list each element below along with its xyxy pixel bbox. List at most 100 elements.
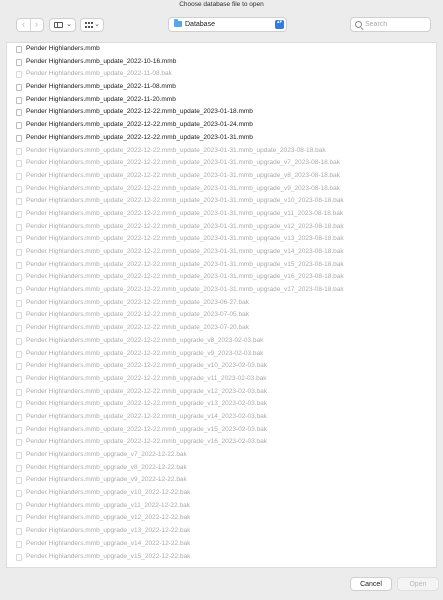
file-name: Pender Highlanders.mmb_update_2022-12-22…: [26, 209, 344, 217]
file-row: Pender Highlanders.mmb_update_2022-12-22…: [7, 246, 436, 259]
document-icon: [16, 553, 22, 561]
document-icon: [16, 540, 22, 548]
file-name: Pender Highlanders.mmb_upgrade_v10_2022-…: [26, 489, 191, 497]
file-row: Pender Highlanders.mmb_update_2022-12-22…: [7, 183, 436, 196]
file-row[interactable]: Pender Highlanders.mmb_update_2022-12-22…: [7, 106, 436, 119]
document-icon: [16, 261, 22, 269]
document-icon: [16, 134, 22, 142]
column-view-icon: [54, 22, 63, 28]
document-icon: [16, 198, 22, 206]
file-name: Pender Highlanders.mmb_update_2022-11-08…: [26, 70, 172, 78]
document-icon: [16, 122, 22, 130]
open-button[interactable]: Open: [397, 577, 439, 591]
file-row: Pender Highlanders.mmb_update_2022-12-22…: [7, 221, 436, 234]
file-row: Pender Highlanders.mmb_update_2022-12-22…: [7, 271, 436, 284]
document-icon: [16, 375, 22, 383]
file-name: Pender Highlanders.mmb_update_2022-12-22…: [26, 400, 268, 408]
file-row: Pender Highlanders.mmb_update_2022-12-22…: [7, 360, 436, 373]
file-row: Pender Highlanders.mmb_update_2022-12-22…: [7, 297, 436, 310]
file-name: Pender Highlanders.mmb_upgrade_v12_2022-…: [26, 514, 191, 522]
file-row: Pender Highlanders.mmb_upgrade_v15_2022-…: [7, 551, 436, 564]
file-name: Pender Highlanders.mmb_update_2022-12-22…: [26, 121, 253, 129]
file-name: Pender Highlanders.mmb_update_2022-12-22…: [26, 362, 268, 370]
file-row: Pender Highlanders.mmb_update_2022-12-22…: [7, 386, 436, 399]
file-name: Pender Highlanders.mmb_update_2022-12-22…: [26, 425, 268, 433]
file-name: Pender Highlanders.mmb_update_2022-12-22…: [26, 184, 341, 192]
file-row: Pender Highlanders.mmb_upgrade_v14_2022-…: [7, 538, 436, 551]
file-row: Pender Highlanders.mmb_upgrade_v10_2022-…: [7, 487, 436, 500]
file-row: Pender Highlanders.mmb_update_2022-12-22…: [7, 170, 436, 183]
file-row[interactable]: Pender Highlanders.mmb_update_2022-11-20…: [7, 94, 436, 107]
document-icon: [16, 477, 22, 485]
up-down-chevron-icon: ▴▾: [275, 20, 284, 29]
document-icon: [16, 439, 22, 447]
location-popup[interactable]: Database ▴▾: [168, 17, 287, 32]
file-name: Pender Highlanders.mmb_update_2022-12-22…: [26, 286, 344, 294]
file-name: Pender Highlanders.mmb_update_2022-12-22…: [26, 248, 344, 255]
search-input[interactable]: [365, 18, 427, 31]
file-name: Pender Highlanders.mmb_upgrade_v9_2022-1…: [26, 476, 187, 484]
file-row: Pender Highlanders.mmb_upgrade_v9_2022-1…: [7, 474, 436, 487]
document-icon: [16, 160, 22, 168]
back-button[interactable]: ‹: [17, 19, 31, 31]
folder-icon: [174, 19, 182, 27]
file-row: Pender Highlanders.mmb_update_2022-12-22…: [7, 157, 436, 170]
file-name: Pender Highlanders.mmb_update_2022-11-20…: [26, 95, 176, 103]
file-name: Pender Highlanders.mmb_update_2022-12-22…: [26, 260, 344, 268]
group-by-button[interactable]: ⌄: [80, 18, 104, 32]
dialog-footer: Cancel Open: [0, 568, 443, 600]
file-name: Pender Highlanders.mmb_update_2022-12-22…: [26, 438, 268, 446]
file-row[interactable]: Pender Highlanders.mmb: [7, 43, 436, 56]
file-row[interactable]: Pender Highlanders.mmb_update_2022-10-16…: [7, 56, 436, 69]
file-name: Pender Highlanders.mmb_upgrade_v8_2022-1…: [26, 463, 187, 471]
chevron-down-icon: ⌄: [94, 21, 100, 28]
open-file-dialog: Choose database file to open ‹ › ⌄ ⌄ Dat…: [0, 0, 443, 600]
document-icon: [16, 337, 22, 345]
file-row[interactable]: Pender Highlanders.mmb_update_2022-11-08…: [7, 81, 436, 94]
document-icon: [16, 312, 22, 320]
file-row: Pender Highlanders.mmb_update_2022-12-22…: [7, 436, 436, 449]
search-icon: [355, 21, 362, 28]
document-icon: [16, 236, 22, 244]
file-row[interactable]: Pender Highlanders.mmb_update_2022-12-22…: [7, 119, 436, 132]
file-row[interactable]: Pender Highlanders.mmb_update_2022-12-22…: [7, 132, 436, 145]
file-name: Pender Highlanders.mmb: [26, 45, 100, 52]
file-name: Pender Highlanders.mmb_update_2022-12-22…: [26, 336, 264, 344]
file-name: Pender Highlanders.mmb_update_2022-12-22…: [26, 349, 264, 357]
file-row: Pender Highlanders.mmb_update_2022-12-22…: [7, 259, 436, 272]
document-icon: [16, 502, 22, 510]
file-name: Pender Highlanders.mmb_update_2022-12-22…: [26, 311, 249, 319]
dialog-title: Choose database file to open: [179, 1, 264, 8]
file-row: Pender Highlanders.mmb_update_2022-12-22…: [7, 233, 436, 246]
document-icon: [16, 96, 22, 104]
file-name: Pender Highlanders.mmb_upgrade_v13_2022-…: [26, 527, 191, 535]
file-name: Pender Highlanders.mmb_update_2022-12-22…: [26, 159, 341, 167]
document-icon: [16, 490, 22, 498]
file-name: Pender Highlanders.mmb_update_2022-12-22…: [26, 222, 344, 230]
file-row: Pender Highlanders.mmb_update_2022-12-22…: [7, 424, 436, 437]
file-row: Pender Highlanders.mmb_update_2022-12-22…: [7, 208, 436, 221]
document-icon: [16, 109, 22, 117]
file-name: Pender Highlanders.mmb_update_2022-12-22…: [26, 387, 268, 395]
file-row: Pender Highlanders.mmb_update_2022-12-22…: [7, 322, 436, 335]
document-icon: [16, 515, 22, 523]
document-icon: [16, 58, 22, 66]
file-row: Pender Highlanders.mmb_update_2022-12-22…: [7, 373, 436, 386]
grid-icon: [85, 22, 93, 28]
document-icon: [16, 287, 22, 295]
document-icon: [16, 71, 22, 79]
document-icon: [16, 528, 22, 536]
forward-button[interactable]: ›: [30, 19, 43, 31]
file-list[interactable]: Pender Highlanders.mmb Pender Highlanders…: [6, 42, 437, 568]
document-icon: [16, 464, 22, 472]
file-row: Pender Highlanders.mmb_update_2022-12-22…: [7, 145, 436, 158]
search-field[interactable]: [350, 17, 431, 32]
document-icon: [16, 274, 22, 282]
file-row: Pender Highlanders.mmb_update_2022-12-22…: [7, 348, 436, 361]
cancel-button[interactable]: Cancel: [350, 577, 392, 591]
document-icon: [16, 210, 22, 218]
file-name: Pender Highlanders.mmb_update_2022-12-22…: [26, 374, 267, 382]
file-row: Pender Highlanders.mmb_update_2022-12-22…: [7, 309, 436, 322]
view-mode-button[interactable]: ⌄: [49, 18, 76, 32]
document-icon: [16, 249, 22, 256]
